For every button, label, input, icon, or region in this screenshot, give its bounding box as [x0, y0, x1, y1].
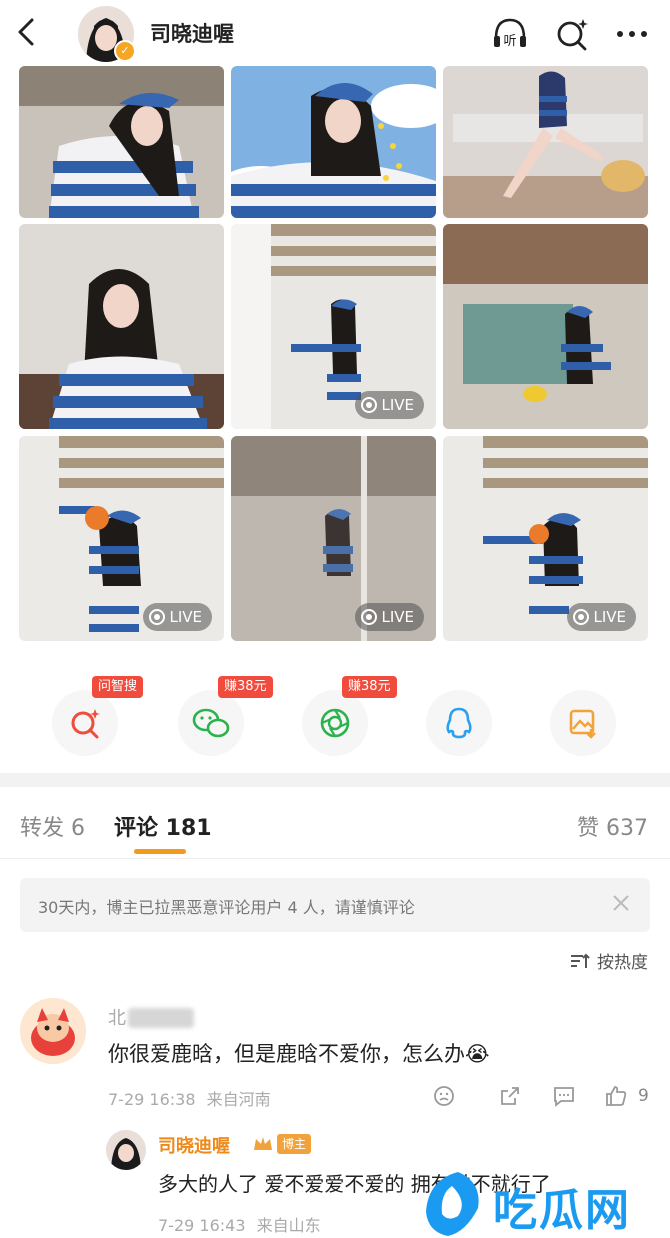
wechat-icon [192, 708, 230, 738]
moments-icon [320, 708, 350, 738]
share-moments-button[interactable] [302, 690, 368, 756]
top-bar: ✓ 司晓迪喔 听 [0, 0, 670, 66]
zhisou-icon [71, 709, 100, 739]
live-badge: LIVE [355, 391, 424, 419]
commenter-avatar[interactable] [20, 998, 86, 1064]
reply-icon[interactable] [552, 1084, 576, 1108]
tab-repost[interactable]: 转发 6 [20, 810, 85, 842]
live-icon [149, 609, 166, 625]
author-badge: 博主 [277, 1134, 312, 1154]
photo-9[interactable]: LIVE [443, 436, 648, 641]
comment-location: 来自河南 [206, 1090, 271, 1109]
save-image-icon [569, 709, 596, 739]
blocked-users-notice: 30天内，博主已拉黑恶意评论用户 4 人，请谨慎评论 [20, 878, 650, 932]
active-tab-indicator [134, 849, 186, 854]
tab-likes[interactable]: 赞 637 [577, 810, 648, 842]
comment-time: 7-29 16:38 [108, 1090, 196, 1109]
share-save-image-button[interactable] [550, 690, 616, 756]
photo-7[interactable]: LIVE [19, 436, 224, 641]
share-zhisou-button[interactable] [52, 690, 118, 756]
search-ai-icon[interactable] [552, 14, 592, 54]
verified-badge-icon: ✓ [114, 40, 136, 62]
photo-8[interactable]: LIVE [231, 436, 436, 641]
notice-text: 30天内，博主已拉黑恶意评论用户 4 人，请谨慎评论 [38, 898, 415, 917]
live-badge: LIVE [143, 603, 212, 631]
reply-location: 来自山东 [256, 1216, 321, 1235]
watermark: 吃瓜网 [418, 1172, 668, 1236]
comment-text: 你很爱鹿晗，但是鹿晗不爱你，怎么办😭 [108, 1042, 490, 1066]
crown-icon [254, 1137, 272, 1150]
more-icon[interactable] [612, 14, 652, 54]
share-row: 问智搜 赚38元 赚38元 [0, 676, 670, 756]
zhisou-tag: 问智搜 [92, 676, 144, 698]
listen-label: 听 [503, 34, 516, 49]
dislike-face-icon[interactable] [432, 1084, 456, 1108]
reply-time: 7-29 16:43 [158, 1216, 246, 1235]
live-icon [573, 609, 590, 625]
close-icon[interactable] [610, 892, 632, 914]
listen-icon[interactable]: 听 [490, 14, 530, 54]
qq-icon [446, 707, 472, 739]
like-count: 9 [638, 1086, 649, 1106]
tab-divider [0, 858, 670, 859]
photo-4[interactable] [19, 224, 224, 429]
tab-comments[interactable]: 评论 181 [114, 810, 212, 842]
watermark-text: 吃瓜网 [493, 1185, 631, 1236]
watermark-logo-icon [426, 1172, 479, 1236]
photo-2[interactable] [231, 66, 436, 218]
blurred-name [128, 1008, 194, 1028]
reply-author-name[interactable]: 司晓迪喔 [158, 1132, 230, 1158]
live-badge: LIVE [567, 603, 636, 631]
commenter-name[interactable]: 北 [108, 1004, 126, 1030]
reply-avatar[interactable] [106, 1130, 146, 1170]
share-icon[interactable] [498, 1084, 522, 1108]
photo-6[interactable] [443, 224, 648, 429]
back-icon[interactable] [14, 16, 40, 48]
share-qq-button[interactable] [426, 690, 492, 756]
blogger-name[interactable]: 司晓迪喔 [150, 18, 234, 48]
live-badge: LIVE [355, 603, 424, 631]
sort-by-hot-button[interactable]: 按热度 [569, 948, 648, 973]
sort-icon [571, 953, 590, 968]
section-divider [0, 773, 670, 787]
photo-3[interactable] [443, 66, 648, 218]
sort-label: 按热度 [597, 953, 648, 973]
moments-tag: 赚38元 [342, 676, 397, 698]
wechat-tag: 赚38元 [218, 676, 273, 698]
like-icon[interactable] [604, 1084, 628, 1108]
comment-meta: 7-29 16:38 来自河南 [108, 1086, 271, 1110]
blogger-avatar[interactable]: ✓ [78, 6, 136, 62]
photo-1[interactable] [19, 66, 224, 218]
photo-grid: LIVE LIVE LIVE LIVE [19, 66, 648, 641]
live-icon [361, 609, 378, 625]
live-icon [361, 397, 378, 413]
share-wechat-button[interactable] [178, 690, 244, 756]
reply-meta: 7-29 16:43 来自山东 [158, 1212, 321, 1236]
photo-5[interactable]: LIVE [231, 224, 436, 429]
